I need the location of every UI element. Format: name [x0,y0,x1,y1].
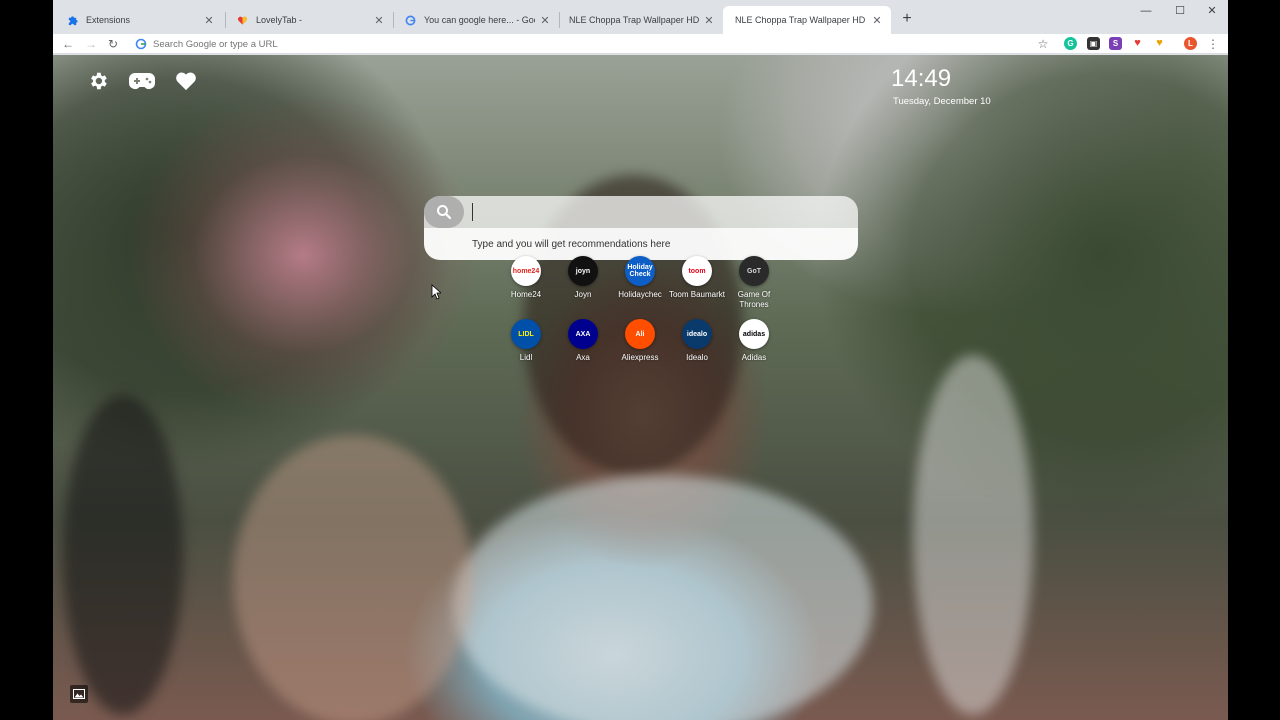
close-tab-icon[interactable]: ✕ [871,14,883,27]
s-extension-icon[interactable]: S [1109,37,1122,50]
shortcut-tile[interactable]: Ali Aliexpress [610,319,670,363]
close-tab-icon[interactable]: ✕ [373,14,385,27]
shortcut-label: Game Of Thrones [737,290,771,309]
search-button[interactable] [424,196,464,228]
tab-title: NLE Choppa Trap Wallpaper HD New [569,15,699,25]
shortcut-label: Holidaychec [618,290,662,299]
tab-extensions[interactable]: Extensions ✕ [55,6,223,34]
shortcut-label: Axa [576,353,590,362]
shortcut-label: Joyn [574,290,592,299]
shortcut-logo-icon: Holiday Check [625,256,655,286]
shortcut-tile[interactable]: toom Toom Baumarkt [667,256,727,300]
shortcut-logo-icon: LIDL [511,319,541,349]
address-input[interactable] [153,38,753,50]
favorites-heart-icon[interactable] [171,68,201,94]
shortcut-tile[interactable]: AXA Axa [553,319,613,363]
grammarly-icon[interactable]: G [1064,37,1077,50]
wallpaper-shape [233,435,473,720]
clock-date: Tuesday, December 10 [893,96,991,107]
minimize-icon[interactable]: — [1131,3,1161,19]
shortcut-tile[interactable]: LIDL Lidl [496,319,556,363]
menu-icon[interactable]: ⋮ [1204,35,1222,53]
forward-icon[interactable]: → [82,35,100,53]
shortcut-label: Toom Baumarkt [668,290,726,299]
bookmark-star-icon[interactable]: ☆ [1034,35,1052,53]
shortcut-tile[interactable]: home24 Home24 [496,256,556,300]
tab-title: LovelyTab - [256,15,303,25]
maximize-icon[interactable]: ☐ [1165,3,1195,19]
shortcut-logo-icon: toom [682,256,712,286]
top-icons [83,68,201,94]
reload-icon[interactable]: ↻ [104,35,122,53]
toolbar: ← → ↻ ☆ G ▣ S ♥ ♥ L ⋮ [53,34,1228,54]
shortcut-logo-icon: AXA [568,319,598,349]
google-icon [405,15,416,26]
browser-window: Extensions ✕ LovelyTab - ✕ You can googl… [53,0,1228,720]
extension-icon[interactable]: ▣ [1087,37,1100,50]
shortcut-label: Lidl [519,353,533,362]
heart-icon [237,15,248,26]
shortcut-tile[interactable]: joyn Joyn [553,256,613,300]
avatar[interactable]: L [1184,37,1197,50]
search-box [424,196,858,228]
close-tab-icon[interactable]: ✕ [539,14,551,27]
shortcut-label: Idealo [686,353,708,362]
shortcut-tile[interactable]: adidas Adidas [724,319,784,363]
wallpaper-picture-icon[interactable] [70,685,88,703]
shortcut-label: Home24 [510,290,542,299]
tab-title: Extensions [86,15,131,25]
tab-title: NLE Choppa Trap Wallpaper HD New [735,15,867,25]
puzzle-icon [67,15,78,26]
shortcut-tile[interactable]: GoT Game Of Thrones [724,256,784,310]
back-icon[interactable]: ← [59,35,77,53]
wallpaper-shape [453,475,873,720]
tab-wallpaper-1[interactable]: NLE Choppa Trap Wallpaper HD New ✕ [557,6,723,34]
gamepad-icon[interactable] [127,68,157,94]
shortcut-logo-icon: GoT [739,256,769,286]
shortcut-tile[interactable]: idealo Idealo [667,319,727,363]
shortcut-tile[interactable]: Holiday Check Holidaychec [610,256,670,300]
close-tab-icon[interactable]: ✕ [203,14,215,27]
wallpaper-shape [63,395,183,715]
tab-lovelytab[interactable]: LovelyTab - ✕ [225,6,393,34]
search-icon [437,205,452,220]
tab-wallpaper-active[interactable]: NLE Choppa Trap Wallpaper HD New ✕ [723,6,891,34]
tab-strip: Extensions ✕ LovelyTab - ✕ You can googl… [53,0,1228,34]
lovelytab-extension-icon[interactable]: ♥ [1153,37,1166,50]
suggestion-hint: Type and you will get recommendations he… [472,239,671,250]
shortcut-label: Adidas [741,353,767,362]
google-icon [135,38,147,50]
shortcut-logo-icon: joyn [568,256,598,286]
tab-title: You can google here... - Google [424,15,535,25]
settings-gear-icon[interactable] [83,68,113,94]
clock-time: 14:49 [891,65,952,92]
shortcut-label: Aliexpress [621,353,659,362]
address-bar[interactable] [131,35,1057,53]
shortcut-logo-icon: home24 [511,256,541,286]
close-window-icon[interactable]: ✕ [1197,3,1227,19]
search-input[interactable] [472,203,842,221]
close-tab-icon[interactable]: ✕ [703,14,715,27]
new-tab-page: 14:49 Tuesday, December 10 Type and you … [53,55,1228,720]
shortcut-logo-icon: adidas [739,319,769,349]
shortcut-logo-icon: Ali [625,319,655,349]
new-tab-button[interactable]: + [896,8,918,30]
wallpaper-shape [913,355,1033,715]
mouse-cursor-icon [431,284,441,300]
shortcut-logo-icon: idealo [682,319,712,349]
tab-google[interactable]: You can google here... - Google ✕ [393,6,559,34]
heart-extension-icon[interactable]: ♥ [1131,37,1144,50]
